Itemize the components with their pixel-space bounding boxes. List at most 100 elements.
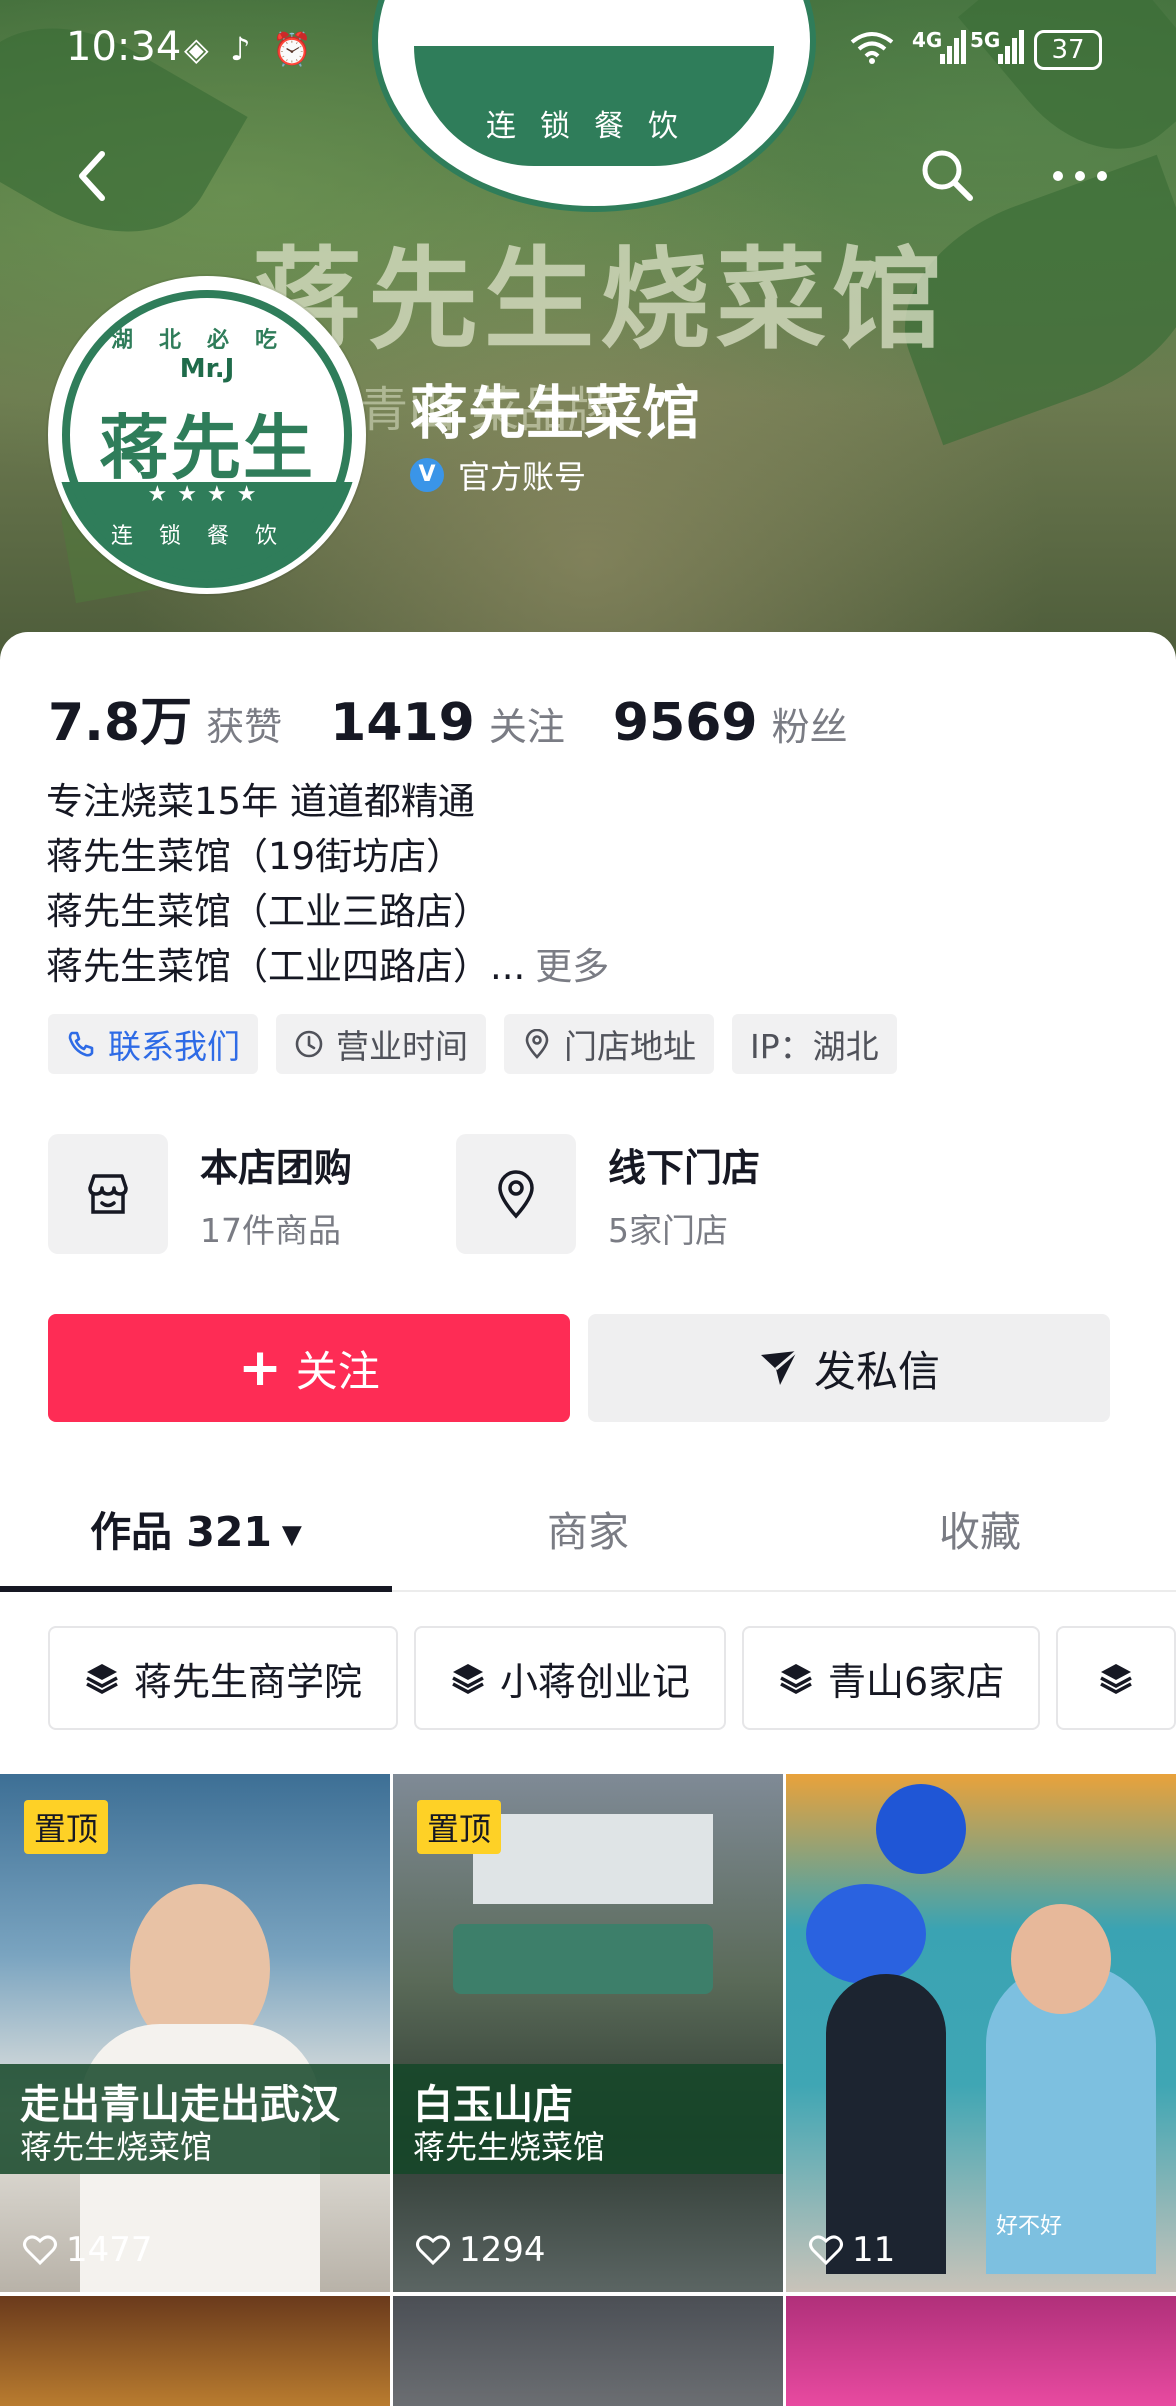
- network-5g-label: 5G: [970, 28, 1001, 52]
- group-buy-shortcut[interactable]: 本店团购 17件商品: [48, 1134, 352, 1254]
- tab-favorites[interactable]: 收藏: [784, 1462, 1176, 1590]
- tab-merchant[interactable]: 商家: [392, 1462, 784, 1590]
- stat-followers-label: 粉丝: [771, 705, 848, 749]
- like-count: 1294: [415, 2230, 546, 2270]
- collection-label: 蒋先生商学院: [134, 1659, 363, 1704]
- offline-stores-shortcut[interactable]: 线下门店 5家门店: [456, 1134, 760, 1254]
- send-icon: [760, 1349, 798, 1385]
- bio-more-link[interactable]: 更多: [535, 945, 609, 988]
- tab-favorites-label: 收藏: [939, 1508, 1021, 1556]
- collection-label: 青山6家店: [828, 1659, 1005, 1704]
- stat-followers-value: 9569: [612, 693, 758, 753]
- stat-likes-label: 获赞: [206, 705, 283, 749]
- collection-item[interactable]: 青山6家店: [742, 1626, 1041, 1730]
- layers-icon: [780, 1664, 812, 1694]
- follow-button[interactable]: + 关注: [48, 1314, 570, 1422]
- battery-indicator: 37: [1034, 30, 1102, 70]
- avatar-bottom-text: 连锁餐饮: [110, 524, 303, 549]
- signal-icon-2: [998, 30, 1024, 64]
- group-buy-title: 本店团购: [200, 1145, 353, 1190]
- tiktok-icon: ♪: [230, 30, 251, 68]
- wifi-icon: [850, 32, 894, 64]
- info-chips: 联系我们 营业时间 门店地址 IP：湖北: [48, 1014, 915, 1074]
- verified-badge: V 官方账号: [410, 452, 586, 498]
- video-thumbnail[interactable]: 置顶 走出青山走出武汉 蒋先生烧菜馆 1477: [0, 1774, 390, 2292]
- back-icon[interactable]: [70, 146, 120, 206]
- profile-stats: 7.8万 获赞 1419 关注 9569 粉丝: [48, 680, 896, 755]
- message-button[interactable]: 发私信: [588, 1314, 1110, 1422]
- store-address-chip[interactable]: 门店地址: [504, 1014, 714, 1074]
- heart-icon: [23, 2235, 57, 2266]
- avatar[interactable]: 湖北必吃 Mr.J 蒋先生 ★★★★ 连锁餐饮: [48, 276, 366, 594]
- app-notification-icon: ◈: [184, 30, 209, 68]
- signal-icon: [940, 30, 966, 64]
- collection-label: 小蒋创业记: [500, 1659, 691, 1704]
- store-address-label: 门店地址: [564, 1027, 696, 1066]
- stat-following-value: 1419: [330, 693, 475, 753]
- business-hours-label: 营业时间: [336, 1027, 468, 1066]
- avatar-top-text: 湖北必吃: [110, 328, 303, 353]
- business-hours-chip[interactable]: 营业时间: [276, 1014, 486, 1074]
- pinned-badge: 置顶: [417, 1800, 502, 1854]
- pinned-badge: 置顶: [24, 1800, 109, 1854]
- search-icon[interactable]: [918, 146, 978, 206]
- video-thumbnail[interactable]: [393, 2296, 783, 2406]
- like-count-value: 11: [852, 2230, 896, 2270]
- verified-icon: V: [410, 458, 444, 492]
- tab-merchant-label: 商家: [547, 1508, 629, 1556]
- caret-down-icon: ▼: [281, 1520, 302, 1550]
- video-thumbnail[interactable]: 好不好 11: [786, 1774, 1176, 2292]
- video-thumbnail[interactable]: 置顶 白玉山店 蒋先生烧菜馆 1294: [393, 1774, 783, 2292]
- video-author: 蒋先生烧菜馆: [20, 2128, 213, 2166]
- bio-line: 蒋先生菜馆（工业三路店）: [46, 890, 490, 933]
- collection-item-partial[interactable]: [1056, 1626, 1176, 1730]
- ip-location-label: IP：湖北: [750, 1027, 879, 1066]
- plus-icon: +: [238, 1338, 282, 1398]
- stat-following-label: 关注: [488, 705, 565, 749]
- like-count: 1477: [22, 2230, 153, 2270]
- tab-works-label: 作品 321: [90, 1508, 272, 1556]
- contact-us-label: 联系我们: [108, 1027, 240, 1066]
- video-author: 蒋先生烧菜馆: [413, 2128, 606, 2166]
- bio-line: 蒋先生菜馆（19街坊店）: [46, 835, 464, 878]
- status-time: 10:34: [66, 24, 182, 70]
- avatar-mr-text: Mr.J: [179, 354, 235, 384]
- shop-icon: [48, 1134, 168, 1254]
- clock-icon: [295, 1030, 323, 1058]
- contact-us-chip[interactable]: 联系我们: [48, 1014, 258, 1074]
- collection-item[interactable]: 蒋先生商学院: [48, 1626, 399, 1730]
- like-count: 11: [808, 2230, 895, 2270]
- video-thumbnail[interactable]: [786, 2296, 1176, 2406]
- stat-following[interactable]: 1419 关注: [330, 693, 565, 753]
- collection-item[interactable]: 小蒋创业记: [414, 1626, 727, 1730]
- profile-tabs: 作品 321 ▼ 商家 收藏: [0, 1462, 1176, 1592]
- verified-label: 官方账号: [458, 458, 587, 496]
- location-icon: [525, 1029, 549, 1059]
- stat-likes-value: 7.8万: [48, 693, 193, 753]
- follow-label: 关注: [295, 1346, 380, 1396]
- tab-works[interactable]: 作品 321 ▼: [0, 1462, 392, 1592]
- location-icon: [456, 1134, 576, 1254]
- more-icon[interactable]: [1050, 160, 1110, 200]
- phone-icon: [68, 1031, 94, 1057]
- profile-name: 蒋先生菜馆: [410, 379, 701, 447]
- like-count-value: 1294: [459, 2230, 546, 2270]
- bio-line: 专注烧菜15年 道道都精通: [46, 780, 475, 823]
- tab-underline: [0, 1586, 392, 1592]
- group-buy-count: 17件商品: [200, 1210, 341, 1250]
- layers-icon: [452, 1664, 484, 1694]
- status-bar: 10:34 ◈ ♪ ⏰ 4G 5G 37: [0, 0, 1176, 100]
- layers-icon: [86, 1664, 118, 1694]
- profile-bio[interactable]: 专注烧菜15年 道道都精通 蒋先生菜馆（19街坊店） 蒋先生菜馆（工业三路店） …: [46, 774, 609, 994]
- stat-likes[interactable]: 7.8万 获赞: [48, 680, 282, 755]
- stat-followers[interactable]: 9569 粉丝: [613, 693, 848, 753]
- ip-location-chip: IP：湖北: [732, 1014, 897, 1074]
- network-4g-label: 4G: [912, 28, 943, 52]
- bio-line: 蒋先生菜馆（工业四路店）...: [46, 945, 526, 988]
- collections-row: 蒋先生商学院 小蒋创业记 青山6家店: [48, 1626, 1176, 1730]
- heart-icon: [416, 2235, 450, 2266]
- video-overlay-text: 好不好: [996, 2214, 1063, 2239]
- avatar-brand-text: 蒋先生: [99, 407, 315, 489]
- heart-icon: [809, 2235, 843, 2266]
- video-thumbnail[interactable]: [0, 2296, 390, 2406]
